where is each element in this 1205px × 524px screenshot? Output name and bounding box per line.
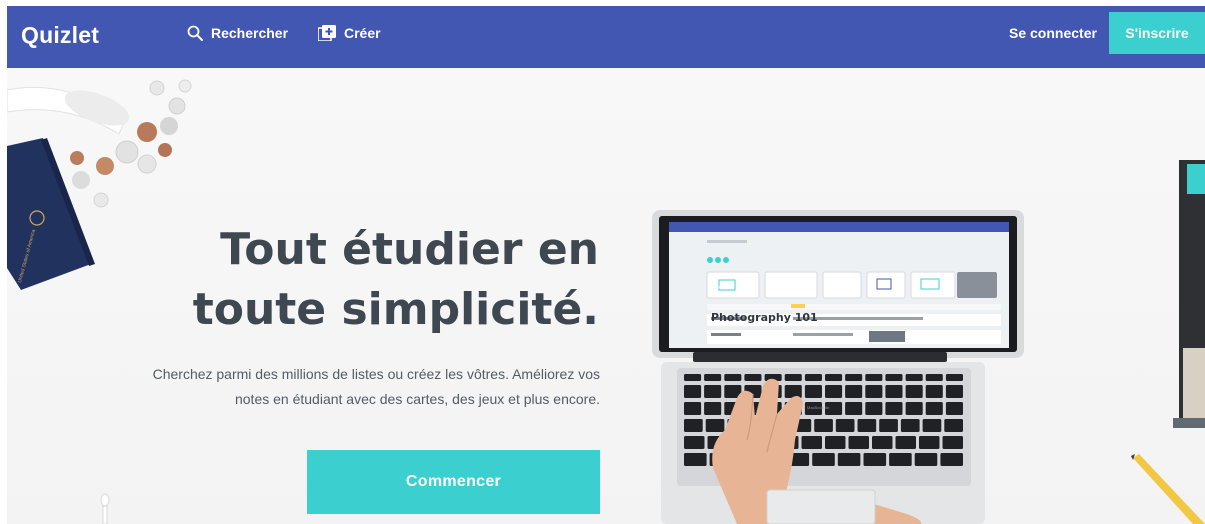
trackpad-image (766, 489, 876, 524)
hero-subtext: Cherchez parmi des millions de listes ou… (152, 366, 600, 407)
laptop-screen-set-title: Photography 101 (711, 311, 818, 324)
search-icon (187, 25, 203, 41)
add-set-icon (318, 25, 336, 41)
get-started-button[interactable]: Commencer (307, 450, 600, 514)
laptop-model-label: MacBook Air (807, 405, 830, 410)
hands-image (712, 378, 922, 524)
pencil-image (1131, 454, 1205, 524)
top-navbar: Quizlet Rechercher Créer Se connecter S'… (7, 6, 1205, 68)
books-image (1173, 160, 1205, 428)
laptop-screen-logo: Quizlet (715, 285, 732, 291)
search-label: Rechercher (211, 25, 289, 41)
search-button[interactable]: Rechercher (187, 6, 288, 60)
earbud-image (100, 493, 110, 524)
headline-line-2: toute simplicité. (192, 284, 599, 335)
coins-image (70, 79, 192, 208)
create-label: Créer (344, 25, 381, 41)
page-frame: Quizlet Rechercher Créer Se connecter S'… (7, 6, 1205, 524)
signup-button[interactable]: S'inscrire (1109, 12, 1205, 54)
passport-text: United States of America (17, 228, 38, 284)
create-button[interactable]: Créer (318, 6, 381, 60)
keyboard-image (684, 374, 963, 466)
laptop-image (652, 210, 1024, 524)
login-link[interactable]: Se connecter (1009, 6, 1097, 60)
quizlet-logo[interactable]: Quizlet (21, 22, 99, 49)
sunglasses-image (7, 86, 130, 135)
headline-line-1: Tout étudier en (220, 224, 599, 275)
hero-section: United States of America Quizlet Photogr… (7, 68, 1205, 524)
hero-headline: Tout étudier en toute simplicité. (127, 220, 599, 340)
